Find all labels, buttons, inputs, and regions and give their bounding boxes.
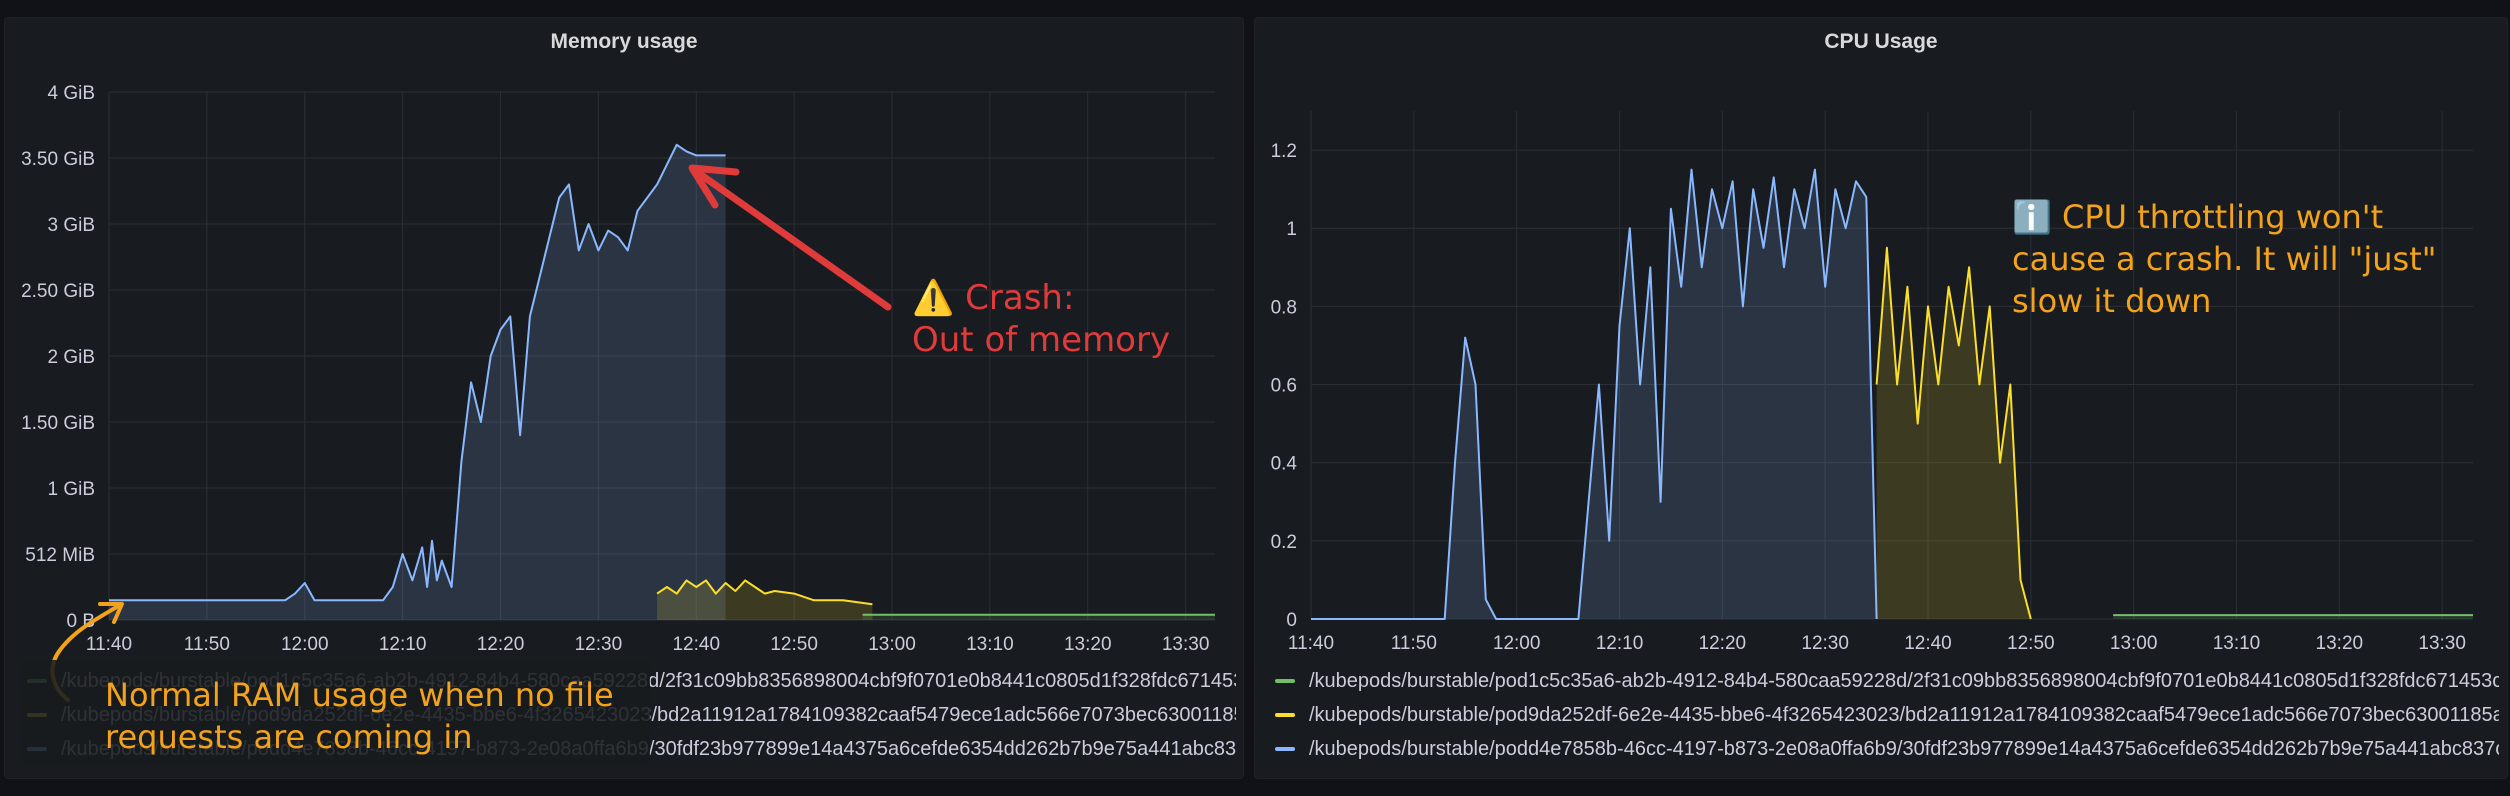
cpu-x-tick-label: 12:00 [1493, 633, 1541, 654]
cpu-y-tick-label: 1.2 [1271, 141, 1297, 162]
memory-y-tick-label: 3.50 GiB [21, 149, 95, 170]
memory-x-tick-label: 12:40 [672, 634, 720, 655]
cpu-x-tick-label: 12:20 [1699, 633, 1747, 654]
memory-x-tick-label: 13:10 [966, 634, 1014, 655]
cpu-x-tick-label: 13:20 [2316, 633, 2364, 654]
cpu-note-line-2: cause a crash. It will "just" [2012, 240, 2437, 278]
cpu-y-tick-label: 0.2 [1271, 532, 1297, 553]
legend-swatch [27, 679, 47, 683]
legend-label: /kubepods/burstable/podd4e7858b-46cc-419… [1309, 738, 2499, 760]
memory-x-tick-label: 13:00 [868, 634, 916, 655]
cpu-y-tick-label: 0.4 [1271, 454, 1298, 475]
cpu-legend-item-2[interactable]: /kubepods/burstable/pod9da252df-6e2e-443… [1255, 698, 2507, 732]
cpu-x-tick-label: 13:00 [2110, 633, 2158, 654]
cpu-legend: /kubepods/burstable/pod1c5c35a6-ab2b-491… [1255, 664, 2507, 766]
cpu-legend-item-3[interactable]: /kubepods/burstable/podd4e7858b-46cc-419… [1255, 732, 2507, 766]
memory-y-tick-label: 512 MiB [25, 545, 95, 566]
legend-label: /kubepods/burstable/pod9da252df-6e2e-443… [1309, 704, 2499, 726]
memory-x-tick-label: 13:20 [1064, 634, 1112, 655]
memory-y-tick-label: 1 GiB [47, 479, 95, 500]
cpu-x-tick-label: 12:30 [1801, 633, 1849, 654]
cpu-series-1-area [1311, 169, 1877, 619]
cpu-x-tick-label: 13:10 [2213, 633, 2261, 654]
memory-x-tick-label: 12:50 [770, 634, 818, 655]
crash-note-line-1: ⚠️ Crash: [912, 278, 1075, 318]
cpu-legend-item-1[interactable]: /kubepods/burstable/pod1c5c35a6-ab2b-491… [1255, 664, 2507, 698]
memory-y-tick-label: 2 GiB [47, 347, 95, 368]
memory-x-tick-label: 12:10 [379, 634, 427, 655]
legend-label: /kubepods/burstable/pod1c5c35a6-ab2b-491… [1309, 670, 2499, 692]
normal-note-line-2: requests are coming in [105, 718, 473, 756]
legend-swatch [1275, 747, 1295, 751]
cpu-x-tick-label: 12:10 [1596, 633, 1644, 654]
normal-note-line-1: Normal RAM usage when no file [105, 676, 614, 714]
cpu-note-line-3: slow it down [2012, 282, 2212, 320]
memory-series-1-area [109, 144, 726, 621]
cpu-y-tick-label: 0 [1286, 610, 1297, 631]
legend-swatch [27, 747, 47, 751]
memory-y-tick-label: 2.50 GiB [21, 281, 95, 302]
legend-swatch [1275, 679, 1295, 683]
cpu-note-line-1: ℹ️ CPU throttling won't [2012, 198, 2384, 236]
cpu-y-tick-label: 0.6 [1271, 376, 1297, 397]
memory-y-tick-label: 3 GiB [47, 215, 95, 236]
memory-usage-panel: Memory usage 0 B 512 MiB 1 GiB 1.50 GiB 2 Gi… [4, 17, 1244, 779]
memory-y-tick-label: 4 GiB [47, 83, 95, 104]
cpu-x-tick-label: 11:40 [1288, 633, 1334, 654]
cpu-series-2-area [1876, 247, 2031, 620]
memory-x-tick-label: 11:40 [86, 634, 132, 655]
legend-swatch [1275, 713, 1295, 717]
memory-x-tick-label: 12:20 [477, 634, 525, 655]
crash-note-line-2: Out of memory [912, 320, 1171, 360]
memory-x-tick-label: 12:00 [281, 634, 329, 655]
memory-y-tick-label: 1.50 GiB [21, 413, 95, 434]
memory-y-tick-label: 0 B [66, 611, 95, 632]
cpu-x-tick-label: 11:50 [1391, 633, 1437, 654]
cpu-x-tick-label: 13:30 [2418, 633, 2466, 654]
cpu-y-tick-label: 1 [1286, 219, 1297, 240]
memory-x-tick-label: 11:50 [184, 634, 230, 655]
memory-x-tick-label: 12:30 [575, 634, 623, 655]
cpu-x-tick-label: 12:50 [2007, 633, 2055, 654]
legend-swatch [27, 713, 47, 717]
cpu-usage-panel: CPU Usage 0 0.2 0.4 0.6 0.8 1 1.2 11:40 11:50 12:… [1254, 17, 2508, 779]
cpu-y-tick-label: 0.8 [1271, 297, 1297, 318]
cpu-x-tick-label: 12:40 [1904, 633, 1952, 654]
memory-x-tick-label: 13:30 [1162, 634, 1210, 655]
